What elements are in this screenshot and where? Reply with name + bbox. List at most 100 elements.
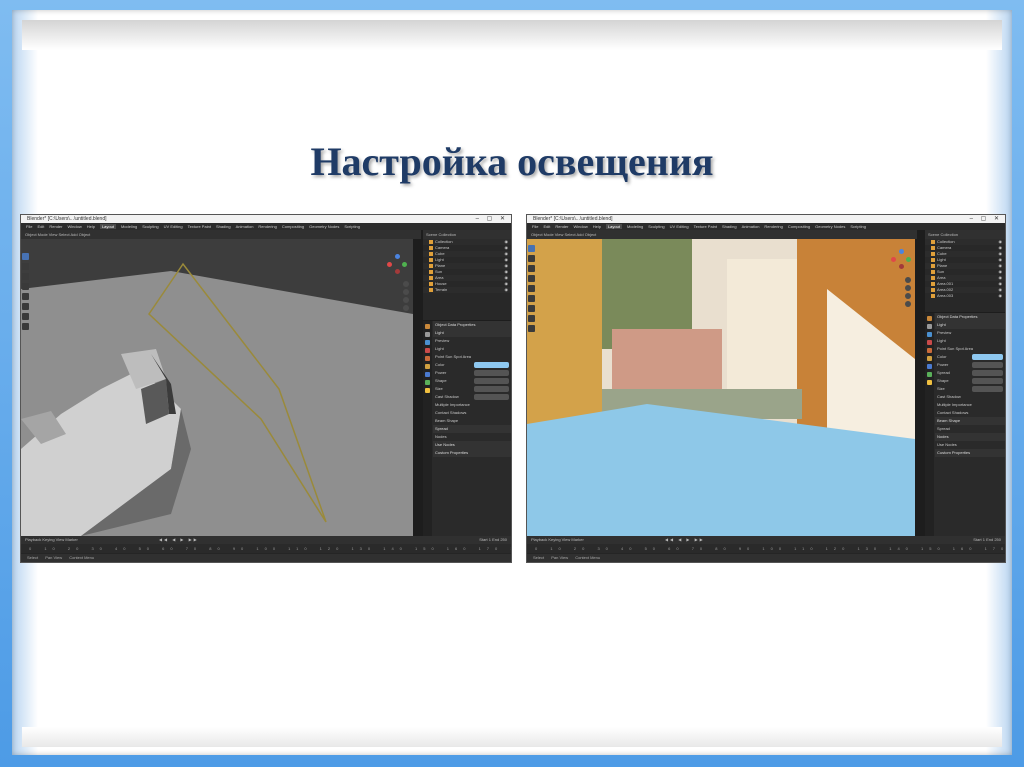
property-row[interactable]: Shape [935, 377, 1005, 385]
menu-item-3[interactable]: Window [67, 224, 81, 229]
menu-item-13[interactable]: Compositing [788, 224, 810, 229]
object-tab-icon[interactable] [927, 356, 932, 361]
property-field[interactable] [473, 370, 509, 376]
menu-item-9[interactable]: Texture Paint [694, 224, 717, 229]
light-data-tab-icon[interactable] [927, 380, 932, 385]
physics-tab-icon[interactable] [425, 380, 430, 385]
menu-item-12[interactable]: Rendering [764, 224, 782, 229]
property-row[interactable]: Size [935, 385, 1005, 393]
menu-item-5[interactable]: Layout [605, 224, 622, 229]
x-axis-icon[interactable] [891, 257, 896, 262]
y-axis-icon[interactable] [402, 262, 407, 267]
playback-controls[interactable]: ◀◀ ◀ ▶ ▶▶ [159, 537, 199, 542]
property-row[interactable]: Light [935, 337, 1005, 345]
menu-item-10[interactable]: Shading [722, 224, 737, 229]
property-row[interactable]: Use Nodes [433, 441, 511, 449]
navigation-gizmo[interactable] [387, 254, 407, 274]
rotate-tool-icon[interactable] [528, 275, 535, 282]
outliner-row[interactable]: Area.003 ◉ [925, 293, 1005, 299]
z-axis-icon[interactable] [395, 254, 400, 259]
x-axis-icon[interactable] [387, 262, 392, 267]
modifier-tab-icon[interactable] [927, 364, 932, 369]
menu-item-6[interactable]: Modeling [627, 224, 643, 229]
menu-item-11[interactable]: Animation [742, 224, 760, 229]
frame-range[interactable]: Start 1 End 250 [973, 536, 1001, 544]
property-row[interactable]: Light [433, 345, 511, 353]
timeline-ruler[interactable]: 0 10 20 30 40 50 60 70 80 90 100 110 120… [21, 544, 511, 553]
menu-item-8[interactable]: UV Editing [164, 224, 183, 229]
property-row[interactable]: Beam Shape [935, 417, 1005, 425]
property-row[interactable]: Nodes [433, 433, 511, 441]
measure-tool-icon[interactable] [528, 315, 535, 322]
property-row[interactable]: Use Nodes [935, 441, 1005, 449]
window-controls[interactable]: – ▢ ✕ [970, 215, 1002, 223]
annotate-tool-icon[interactable] [528, 305, 535, 312]
move-tool-icon[interactable] [528, 265, 535, 272]
timeline-menu[interactable]: Playback Keying View Marker [25, 537, 78, 542]
property-row[interactable]: Spread [433, 425, 511, 433]
rotate-tool-icon[interactable] [22, 283, 29, 290]
property-row[interactable]: Color [935, 353, 1005, 361]
timeline-menu[interactable]: Playback Keying View Marker [531, 537, 584, 542]
menu-item-2[interactable]: Render [555, 224, 568, 229]
menu-item-8[interactable]: UV Editing [670, 224, 689, 229]
menu-item-11[interactable]: Animation [236, 224, 254, 229]
scale-tool-icon[interactable] [22, 293, 29, 300]
pan-icon[interactable] [403, 289, 409, 295]
zoom-icon[interactable] [905, 277, 911, 283]
outliner-row[interactable]: Terrain ◉ [423, 287, 511, 293]
scale-tool-icon[interactable] [528, 285, 535, 292]
menu-item-14[interactable]: Geometry Nodes [815, 224, 845, 229]
property-field[interactable] [971, 362, 1003, 368]
menu-item-1[interactable]: Edit [37, 224, 44, 229]
menu-item-9[interactable]: Texture Paint [188, 224, 211, 229]
select-tool-icon[interactable] [22, 253, 29, 260]
scene-tab-icon[interactable] [425, 348, 430, 353]
output-tab-icon[interactable] [425, 340, 430, 345]
property-field[interactable] [473, 394, 509, 400]
property-row[interactable]: Nodes [935, 433, 1005, 441]
zoom-icon[interactable] [403, 281, 409, 287]
world-tab-icon[interactable] [927, 348, 932, 353]
playback-controls[interactable]: ◀◀ ◀ ▶ ▶▶ [665, 537, 705, 542]
annotate-tool-icon[interactable] [22, 313, 29, 320]
camera-view-icon[interactable] [905, 293, 911, 299]
property-row[interactable]: Custom Properties [433, 449, 511, 457]
viewport-header-text[interactable]: Object Mode View Select Add Object [25, 232, 90, 237]
scene-tab-icon[interactable] [927, 340, 932, 345]
timeline-ruler[interactable]: 0 10 20 30 40 50 60 70 80 90 100 110 120… [527, 544, 1005, 553]
y-axis-icon[interactable] [906, 257, 911, 262]
measure-tool-icon[interactable] [22, 323, 29, 330]
transform-tool-icon[interactable] [528, 295, 535, 302]
menu-item-7[interactable]: Sculpting [648, 224, 664, 229]
menu-item-6[interactable]: Modeling [121, 224, 137, 229]
render-tab-icon[interactable] [927, 324, 932, 329]
menu-item-10[interactable]: Shading [216, 224, 231, 229]
property-row[interactable]: Light [433, 329, 511, 337]
property-field[interactable] [473, 362, 509, 368]
menu-item-3[interactable]: Window [573, 224, 587, 229]
menu-item-0[interactable]: File [26, 224, 32, 229]
world-tab-icon[interactable] [425, 356, 430, 361]
property-field[interactable] [473, 378, 509, 384]
menu-item-12[interactable]: Rendering [258, 224, 276, 229]
3d-viewport[interactable] [21, 239, 413, 536]
menu-item-4[interactable]: Help [593, 224, 601, 229]
light-data-tab-icon[interactable] [425, 388, 430, 393]
property-row[interactable]: Cast Shadow [935, 393, 1005, 401]
menu-item-1[interactable]: Edit [543, 224, 550, 229]
menu-item-0[interactable]: File [532, 224, 538, 229]
menu-item-13[interactable]: Compositing [282, 224, 304, 229]
property-row[interactable]: Contact Shadows [433, 409, 511, 417]
z-axis-icon[interactable] [899, 249, 904, 254]
property-field[interactable] [473, 386, 509, 392]
add-cube-tool-icon[interactable] [528, 325, 535, 332]
tool-tab-icon[interactable] [425, 324, 430, 329]
cursor-tool-icon[interactable] [528, 255, 535, 262]
render-tab-icon[interactable] [425, 332, 430, 337]
navigation-gizmo[interactable] [891, 249, 911, 269]
perspective-icon[interactable] [905, 301, 911, 307]
menu-item-15[interactable]: Scripting [344, 224, 360, 229]
property-row[interactable]: Preview [433, 337, 511, 345]
property-row[interactable]: Cast Shadow [433, 393, 511, 401]
